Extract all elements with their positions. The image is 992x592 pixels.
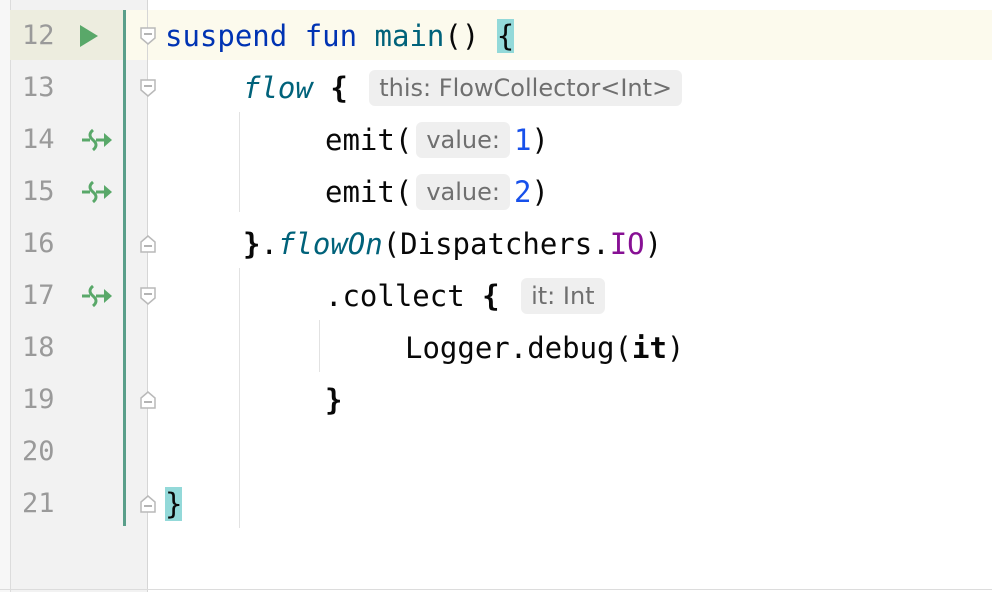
matched-brace-open: { [496, 19, 515, 53]
paren-close: ) [531, 123, 549, 157]
code-text[interactable]: Logger.debug(it) [405, 322, 684, 374]
fold-marker-icon[interactable] [138, 286, 158, 306]
dot: . [260, 227, 278, 261]
paren-close: ) [666, 331, 685, 365]
paren-close: ) [644, 227, 663, 261]
fold-marker-icon[interactable] [138, 390, 158, 410]
matched-brace-close: } [165, 487, 183, 521]
function-name-main: main [374, 19, 445, 53]
flow-builder-call: flow [243, 71, 313, 105]
line-number: 13 [22, 72, 55, 103]
inlay-hint-receiver: this: FlowCollector<Int> [369, 70, 683, 106]
io-constant: IO [609, 227, 645, 261]
code-line-21[interactable]: 21 } [0, 478, 992, 530]
paren-close: ) [531, 175, 549, 209]
code-text[interactable]: suspend fun main() { [165, 10, 515, 62]
code-text[interactable]: flow { this: FlowCollector<Int> [243, 62, 686, 114]
flowon-call: flowOn [277, 227, 383, 261]
code-line-12[interactable]: 12 suspend fun main() { [0, 10, 992, 62]
fold-marker-icon[interactable] [138, 26, 158, 46]
line-number: 17 [22, 280, 55, 311]
bottom-border [0, 589, 992, 590]
suspend-call-icon[interactable] [80, 178, 114, 206]
code-text[interactable]: .collect { it: Int [325, 270, 609, 322]
emit-call: emit( [325, 123, 413, 157]
inlay-hint-lambda-param: it: Int [521, 278, 605, 314]
code-line-13[interactable]: 13 flow { this: FlowCollector<Int> [0, 62, 992, 114]
line-number: 19 [22, 384, 55, 415]
number-literal: 2 [513, 175, 532, 209]
code-line-19[interactable]: 19 } [0, 374, 992, 426]
code-line-15[interactable]: 15 emit(value: 2) [0, 166, 992, 218]
fold-marker-icon[interactable] [138, 494, 158, 514]
code-text[interactable]: emit(value: 1) [325, 114, 549, 166]
it-reference: it [631, 331, 667, 365]
brace-close: } [325, 383, 343, 417]
collect-call: .collect [325, 279, 465, 313]
keyword-fun: fun [304, 19, 358, 53]
line-number: 21 [22, 488, 55, 519]
code-line-17[interactable]: 17 .collect { it: Int [0, 270, 992, 322]
dispatchers-ref: (Dispatchers. [382, 227, 610, 261]
run-gutter-icon[interactable] [80, 25, 98, 47]
code-text[interactable]: emit(value: 2) [325, 166, 549, 218]
code-line-18[interactable]: 18 Logger.debug(it) [0, 322, 992, 374]
code-line-20[interactable]: 20 [0, 426, 992, 478]
suspend-call-icon[interactable] [80, 126, 114, 154]
brace-open: { [330, 71, 348, 105]
inlay-hint-param: value: [416, 174, 510, 210]
logger-debug-call: Logger.debug( [405, 331, 632, 365]
line-number: 18 [22, 332, 55, 363]
keyword-suspend: suspend [165, 19, 288, 53]
line-number: 12 [22, 20, 55, 51]
code-text[interactable]: } [165, 478, 183, 530]
line-number: 14 [22, 124, 55, 155]
line-number: 16 [22, 228, 55, 259]
number-literal: 1 [513, 123, 532, 157]
parens: () [444, 19, 480, 53]
fold-marker-icon[interactable] [138, 78, 158, 98]
code-line-14[interactable]: 14 emit(value: 1) [0, 114, 992, 166]
code-text[interactable]: }.flowOn(Dispatchers.IO) [243, 218, 662, 270]
brace-open: { [482, 279, 500, 313]
code-text[interactable]: } [325, 374, 342, 426]
code-line-16[interactable]: 16 }.flowOn(Dispatchers.IO) [0, 218, 992, 270]
brace-close: } [243, 227, 261, 261]
line-number: 15 [22, 176, 55, 207]
line-number: 20 [22, 436, 55, 467]
inlay-hint-param: value: [416, 122, 510, 158]
fold-marker-icon[interactable] [138, 234, 158, 254]
emit-call: emit( [325, 175, 413, 209]
suspend-call-icon[interactable] [80, 282, 114, 310]
